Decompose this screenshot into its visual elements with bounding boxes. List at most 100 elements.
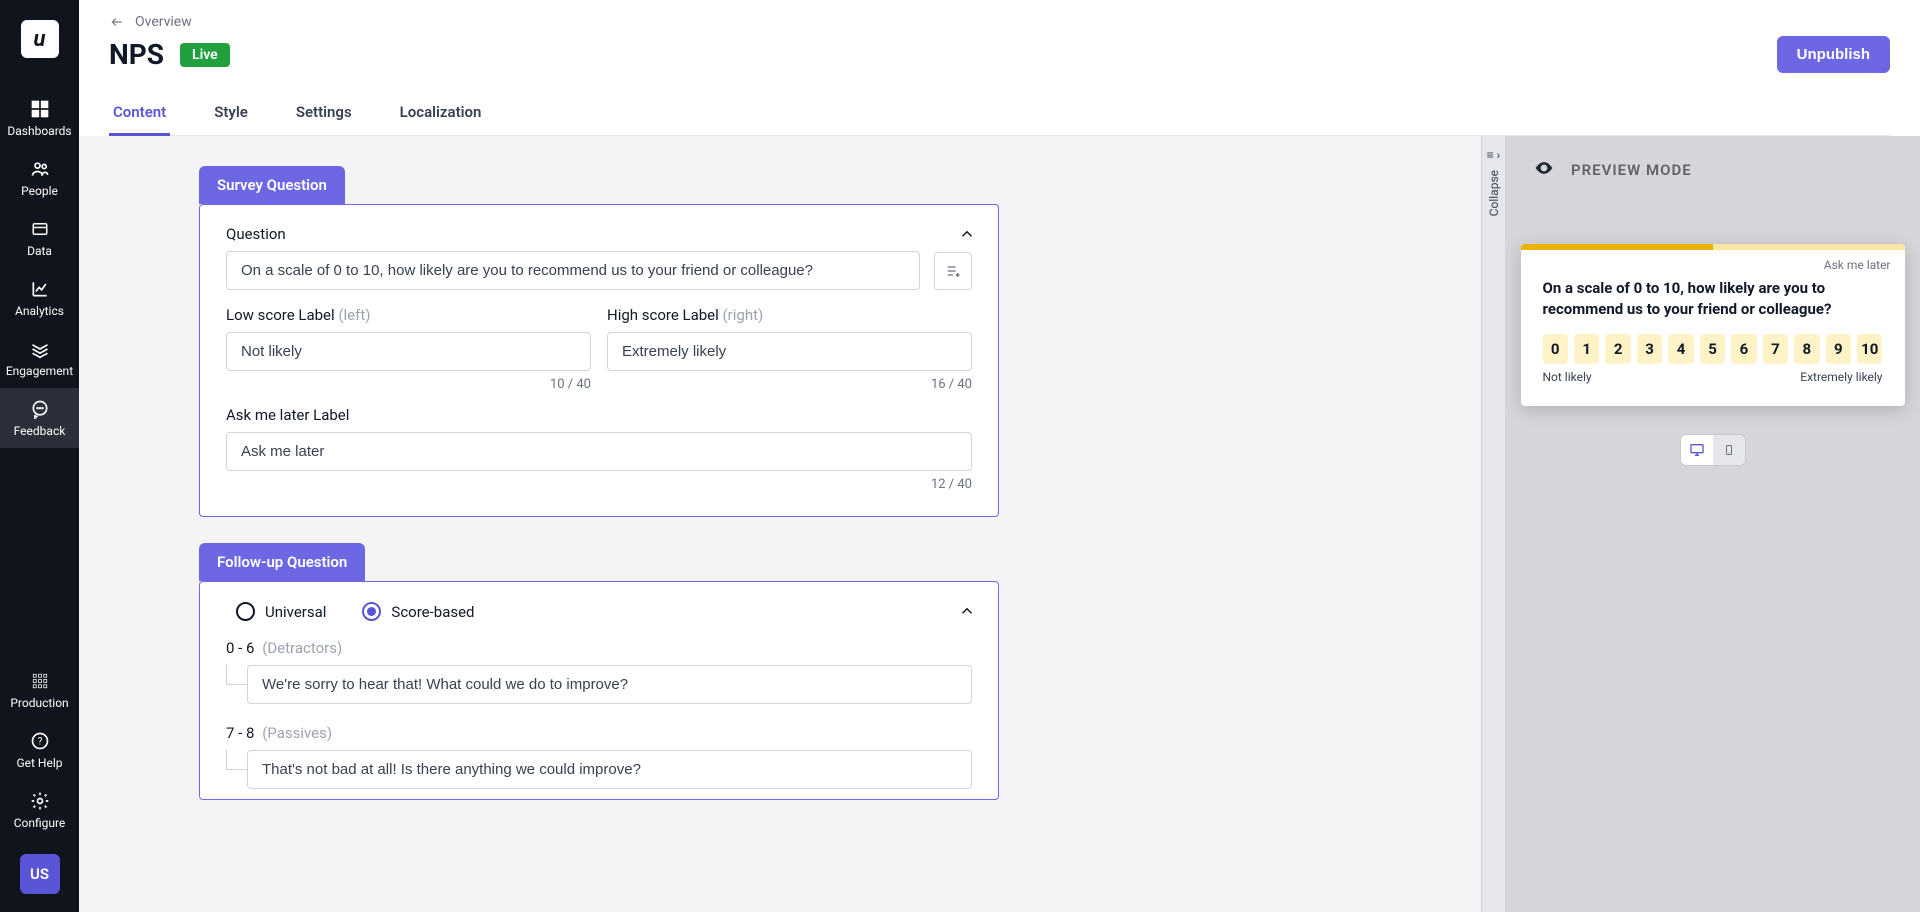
sidebar-item-label: Data bbox=[27, 244, 52, 258]
device-desktop-button[interactable] bbox=[1681, 435, 1713, 465]
section-tab-followup: Follow-up Question bbox=[199, 543, 365, 581]
radio-score-based[interactable]: Score-based bbox=[362, 602, 474, 621]
score-4[interactable]: 4 bbox=[1668, 334, 1693, 364]
preview-column: PREVIEW MODE Ask me later On a scale of … bbox=[1505, 136, 1920, 912]
arrow-left-icon bbox=[109, 14, 125, 30]
progress-bar bbox=[1521, 244, 1713, 250]
app-logo[interactable]: u bbox=[21, 20, 59, 58]
followup-card: Universal Score-based 0 - 6 (Detractors) bbox=[199, 581, 999, 800]
score-6[interactable]: 6 bbox=[1731, 334, 1756, 364]
main-column: Overview NPS Live Unpublish Content Styl… bbox=[79, 0, 1920, 912]
question-input[interactable] bbox=[226, 251, 920, 290]
tab-localization[interactable]: Localization bbox=[396, 91, 486, 135]
low-score-label-input[interactable] bbox=[226, 332, 591, 371]
back-label: Overview bbox=[135, 14, 192, 30]
detractors-group-label: 0 - 6 (Detractors) bbox=[226, 639, 972, 657]
preview-low-label: Not likely bbox=[1543, 370, 1592, 384]
back-link[interactable]: Overview bbox=[109, 14, 1890, 30]
tab-content[interactable]: Content bbox=[109, 91, 170, 135]
sidebar-item-data[interactable]: Data bbox=[0, 208, 79, 268]
sidebar-item-label: Get Help bbox=[16, 756, 62, 770]
score-3[interactable]: 3 bbox=[1637, 334, 1662, 364]
score-9[interactable]: 9 bbox=[1826, 334, 1851, 364]
score-10[interactable]: 10 bbox=[1857, 334, 1882, 364]
collapse-chevron-icon: ≡ › bbox=[1487, 148, 1501, 162]
tabs: Content Style Settings Localization bbox=[109, 91, 1890, 136]
sidebar-item-gethelp[interactable]: ? Get Help bbox=[0, 720, 79, 780]
sidebar-item-configure[interactable]: Configure bbox=[0, 780, 79, 840]
sidebar-item-label: Dashboards bbox=[7, 124, 71, 138]
sidebar-item-feedback[interactable]: Feedback bbox=[0, 388, 79, 448]
tab-style[interactable]: Style bbox=[210, 91, 252, 135]
tab-settings[interactable]: Settings bbox=[292, 91, 356, 135]
sidebar-item-label: Engagement bbox=[6, 364, 73, 378]
feedback-icon bbox=[29, 398, 51, 420]
svg-text:?: ? bbox=[37, 736, 42, 747]
sidebar-item-label: Feedback bbox=[14, 424, 66, 438]
passives-input[interactable] bbox=[247, 750, 972, 789]
insert-variable-button[interactable] bbox=[934, 252, 972, 290]
grid-icon bbox=[29, 670, 51, 692]
score-2[interactable]: 2 bbox=[1605, 334, 1630, 364]
score-1[interactable]: 1 bbox=[1574, 334, 1599, 364]
device-mobile-button[interactable] bbox=[1713, 435, 1745, 465]
passives-group-label: 7 - 8 (Passives) bbox=[226, 724, 972, 742]
detractors-input[interactable] bbox=[247, 665, 972, 704]
top-header: Overview NPS Live Unpublish Content Styl… bbox=[79, 0, 1920, 136]
help-icon: ? bbox=[29, 730, 51, 752]
preview-header: PREVIEW MODE bbox=[1505, 136, 1920, 204]
score-row: 0 1 2 3 4 5 6 7 8 9 10 bbox=[1521, 334, 1905, 364]
region-chip[interactable]: US bbox=[20, 854, 60, 894]
section-tab-survey-question: Survey Question bbox=[199, 166, 345, 204]
editor-column: Survey Question Question Low score Label bbox=[79, 136, 1481, 912]
sidebar-item-people[interactable]: People bbox=[0, 148, 79, 208]
eye-icon bbox=[1531, 158, 1557, 182]
score-7[interactable]: 7 bbox=[1763, 334, 1788, 364]
page-title: NPS bbox=[109, 38, 164, 71]
survey-preview-card: Ask me later On a scale of 0 to 10, how … bbox=[1521, 244, 1905, 406]
sidebar: u Dashboards People Data Analytics Engag… bbox=[0, 0, 79, 912]
sidebar-item-label: Analytics bbox=[15, 304, 64, 318]
sidebar-item-dashboards[interactable]: Dashboards bbox=[0, 88, 79, 148]
sidebar-item-engagement[interactable]: Engagement bbox=[0, 328, 79, 388]
work-area: Survey Question Question Low score Label bbox=[79, 136, 1920, 912]
score-5[interactable]: 5 bbox=[1700, 334, 1725, 364]
tree-line-icon bbox=[226, 750, 248, 770]
high-score-counter: 16 / 40 bbox=[607, 377, 972, 392]
survey-question-card: Question Low score Label (left) 10 / bbox=[199, 204, 999, 517]
collapse-followup-button[interactable] bbox=[958, 602, 976, 624]
dashboards-icon bbox=[29, 98, 51, 120]
sidebar-item-label: Configure bbox=[14, 816, 66, 830]
sidebar-item-label: People bbox=[21, 184, 58, 198]
score-8[interactable]: 8 bbox=[1794, 334, 1819, 364]
high-score-label-input[interactable] bbox=[607, 332, 972, 371]
radio-universal[interactable]: Universal bbox=[236, 602, 326, 621]
low-score-label-title: Low score Label (left) bbox=[226, 306, 591, 324]
engagement-icon bbox=[29, 338, 51, 360]
app-logo-letter: u bbox=[34, 27, 46, 52]
status-badge: Live bbox=[180, 43, 230, 67]
sidebar-item-analytics[interactable]: Analytics bbox=[0, 268, 79, 328]
high-score-label-title: High score Label (right) bbox=[607, 306, 972, 324]
low-score-counter: 10 / 40 bbox=[226, 377, 591, 392]
preview-mode-label: PREVIEW MODE bbox=[1571, 161, 1692, 179]
unpublish-button[interactable]: Unpublish bbox=[1777, 36, 1890, 73]
ask-later-label-title: Ask me later Label bbox=[226, 406, 972, 424]
preview-ask-me-later[interactable]: Ask me later bbox=[1521, 250, 1905, 272]
data-icon bbox=[29, 218, 51, 240]
ask-later-input[interactable] bbox=[226, 432, 972, 471]
collapse-card-button[interactable] bbox=[958, 225, 976, 247]
device-toggle bbox=[1680, 434, 1746, 466]
gear-icon bbox=[29, 790, 51, 812]
people-icon bbox=[29, 158, 51, 180]
sidebar-item-label: Production bbox=[10, 696, 68, 710]
sidebar-item-production[interactable]: Production bbox=[0, 660, 79, 720]
collapse-rail[interactable]: ≡ › Collapse bbox=[1481, 136, 1505, 912]
tree-line-icon bbox=[226, 665, 248, 685]
preview-high-label: Extremely likely bbox=[1800, 370, 1882, 384]
score-0[interactable]: 0 bbox=[1543, 334, 1568, 364]
preview-question: On a scale of 0 to 10, how likely are yo… bbox=[1521, 272, 1905, 334]
ask-later-counter: 12 / 40 bbox=[226, 477, 972, 492]
collapse-label: Collapse bbox=[1487, 170, 1501, 216]
analytics-icon bbox=[29, 278, 51, 300]
